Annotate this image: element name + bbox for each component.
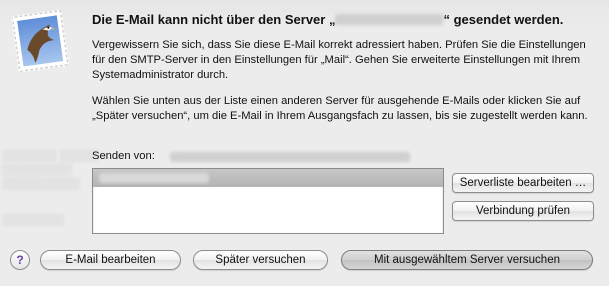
redacted-sender-address: [170, 152, 410, 162]
mail-stamp-eagle-icon: [10, 9, 70, 72]
try-later-button[interactable]: Später versuchen: [193, 250, 328, 270]
edit-email-button[interactable]: E-Mail bearbeiten: [40, 250, 181, 270]
dialog-title: Die E-Mail kann nicht über den Server „ “…: [92, 12, 564, 27]
server-list-row-selected[interactable]: [93, 169, 443, 187]
check-connection-button[interactable]: Verbindung prüfen: [452, 201, 594, 221]
try-selected-server-button[interactable]: Mit ausgewähltem Server versuchen: [341, 250, 593, 270]
dialog-message-1: Vergewissern Sie sich, dass Sie diese E-…: [92, 39, 586, 81]
background-ghost-text: ▒▒▒▒▒▒▒▒▒▒: [2, 178, 80, 190]
redacted-server-entry: [99, 173, 209, 183]
send-from-label: Senden von:: [92, 150, 155, 162]
server-list[interactable]: [92, 168, 444, 234]
edit-server-list-button[interactable]: Serverliste bearbeiten …: [452, 173, 594, 193]
background-ghost-text: ▒▒▒▒▒▒▒▒: [2, 214, 65, 226]
dialog-message-2: Wählen Sie unten aus der Liste einen and…: [92, 95, 588, 122]
background-ghost-text: ▒▒▒▒▒▒▒ ▒▒▒▒▒: [2, 150, 99, 162]
background-ghost-text: ▒▒▒▒▒▒▒▒▒: [2, 164, 73, 176]
help-icon[interactable]: ?: [10, 250, 30, 270]
redacted-server-name: [335, 14, 444, 25]
